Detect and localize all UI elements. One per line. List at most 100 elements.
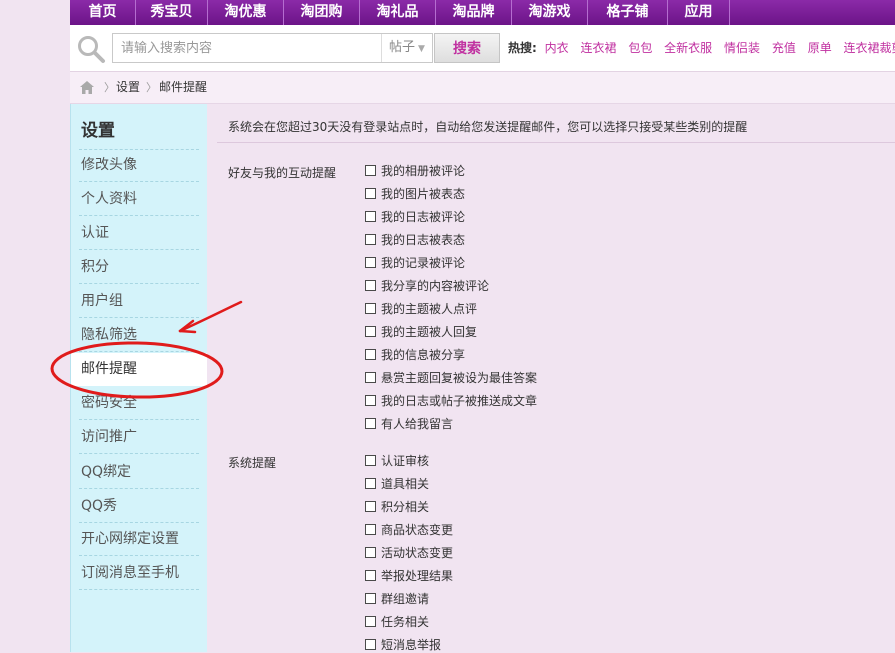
nav-item-grid-shop[interactable]: 格子铺	[588, 0, 668, 25]
hot-search-link[interactable]: 充值	[772, 41, 796, 55]
hot-search-link[interactable]: 全新衣服	[664, 41, 712, 55]
nav-item-group-buy[interactable]: 淘团购	[284, 0, 360, 25]
sidebar-item-email-reminder[interactable]: 邮件提醒	[71, 353, 208, 386]
option-label: 有人给我留言	[381, 416, 454, 431]
checkbox[interactable]	[365, 417, 376, 429]
group-label-friend-interaction: 好友与我的互动提醒	[228, 166, 337, 180]
sidebar-item-mobile-subscribe[interactable]: 订阅消息至手机	[71, 557, 207, 590]
checkbox[interactable]	[365, 592, 376, 604]
option-label: 悬赏主题回复被设为最佳答案	[381, 370, 538, 385]
option-activity-status[interactable]: 活动状态变更	[365, 543, 453, 561]
option-label: 我的主题被人回复	[381, 324, 478, 339]
checkbox[interactable]	[365, 477, 376, 489]
checkbox[interactable]	[365, 638, 376, 650]
hot-search-link[interactable]: 连衣裙裁剪图	[844, 41, 895, 55]
checkbox[interactable]	[365, 454, 376, 466]
breadcrumb-settings[interactable]: 设置	[116, 72, 140, 103]
checkbox[interactable]	[365, 615, 376, 627]
option-label: 我的日志被表态	[381, 232, 466, 247]
option-label: 我的相册被评论	[381, 163, 466, 178]
sidebar-item-verify[interactable]: 认证	[71, 217, 207, 250]
option-blog-reacted[interactable]: 我的日志被表态	[365, 230, 465, 248]
checkbox[interactable]	[365, 302, 376, 314]
checkbox[interactable]	[365, 394, 376, 406]
option-album-commented[interactable]: 我的相册被评论	[365, 161, 465, 179]
option-info-shared[interactable]: 我的信息被分享	[365, 345, 465, 363]
nav-item-brands[interactable]: 淘品牌	[436, 0, 512, 25]
checkbox[interactable]	[365, 348, 376, 360]
hot-search-label: 热搜:	[508, 41, 537, 55]
option-photo-reacted[interactable]: 我的图片被表态	[365, 184, 465, 202]
option-label: 商品状态变更	[381, 522, 454, 537]
option-pm-report[interactable]: 短消息举报	[365, 635, 441, 653]
nav-item-deals[interactable]: 淘优惠	[208, 0, 284, 25]
nav-item-games[interactable]: 淘游戏	[512, 0, 588, 25]
option-pushed-article[interactable]: 我的日志或帖子被推送成文章	[365, 391, 537, 409]
hot-search-link[interactable]: 连衣裙	[580, 41, 616, 55]
sidebar-item-kaixin-bind[interactable]: 开心网绑定设置	[71, 523, 207, 556]
email-reminder-panel: 系统会在您超过30天没有登录站点时，自动给您发送提醒邮件，您可以选择只接受某些类…	[207, 104, 895, 652]
hot-search-link[interactable]: 情侣装	[724, 41, 760, 55]
top-nav: 首页 秀宝贝 淘优惠 淘团购 淘礼品 淘品牌 淘游戏 格子铺 应用	[70, 0, 895, 25]
checkbox[interactable]	[365, 279, 376, 291]
settings-sidebar: 设置 修改头像 个人资料 认证 积分 用户组 隐私筛选 邮件提醒 密码安全 访问…	[70, 104, 208, 652]
sidebar-item-profile[interactable]: 个人资料	[71, 183, 207, 216]
option-thread-rated[interactable]: 我的主题被人点评	[365, 299, 477, 317]
option-guestbook-message[interactable]: 有人给我留言	[365, 414, 453, 432]
search-button[interactable]: 搜索	[434, 33, 500, 63]
option-record-commented[interactable]: 我的记录被评论	[365, 253, 465, 271]
checkbox[interactable]	[365, 187, 376, 199]
chevron-down-icon: ▼	[418, 44, 425, 54]
option-label: 我的图片被表态	[381, 186, 466, 201]
option-tasks[interactable]: 任务相关	[365, 612, 429, 630]
option-label: 任务相关	[381, 614, 430, 629]
option-report-result[interactable]: 举报处理结果	[365, 566, 453, 584]
hot-search-link[interactable]: 内衣	[545, 41, 569, 55]
sidebar-item-promotion[interactable]: 访问推广	[71, 421, 207, 454]
nav-item-home[interactable]: 首页	[70, 0, 136, 25]
option-goods-status[interactable]: 商品状态变更	[365, 520, 453, 538]
option-label: 举报处理结果	[381, 568, 454, 583]
option-share-commented[interactable]: 我分享的内容被评论	[365, 276, 489, 294]
search-input[interactable]	[113, 34, 381, 62]
option-blog-commented[interactable]: 我的日志被评论	[365, 207, 465, 225]
checkbox[interactable]	[365, 233, 376, 245]
sidebar-item-password[interactable]: 密码安全	[71, 387, 207, 420]
search-box: 帖子▼	[112, 33, 433, 63]
sidebar-item-usergroup[interactable]: 用户组	[71, 285, 207, 318]
hot-search-link[interactable]: 原单	[808, 41, 832, 55]
nav-item-apps[interactable]: 应用	[668, 0, 730, 25]
option-credits[interactable]: 积分相关	[365, 497, 429, 515]
nav-item-gifts[interactable]: 淘礼品	[360, 0, 436, 25]
option-group-invite[interactable]: 群组邀请	[365, 589, 429, 607]
sidebar-item-privacy[interactable]: 隐私筛选	[71, 319, 207, 352]
sidebar-item-credits[interactable]: 积分	[71, 251, 207, 284]
checkbox[interactable]	[365, 371, 376, 383]
option-label: 我的信息被分享	[381, 347, 466, 362]
checkbox[interactable]	[365, 325, 376, 337]
option-thread-replied[interactable]: 我的主题被人回复	[365, 322, 477, 340]
checkbox[interactable]	[365, 546, 376, 558]
intro-text: 系统会在您超过30天没有登录站点时，自动给您发送提醒邮件，您可以选择只接受某些类…	[228, 120, 748, 134]
checkbox[interactable]	[365, 164, 376, 176]
nav-item-show-baby[interactable]: 秀宝贝	[136, 0, 208, 25]
checkbox[interactable]	[365, 523, 376, 535]
option-label: 活动状态变更	[381, 545, 454, 560]
hot-search-link[interactable]: 包包	[628, 41, 652, 55]
group-label-system: 系统提醒	[228, 456, 277, 470]
checkbox[interactable]	[365, 569, 376, 581]
checkbox[interactable]	[365, 256, 376, 268]
checkbox[interactable]	[365, 500, 376, 512]
option-best-answer[interactable]: 悬赏主题回复被设为最佳答案	[365, 368, 537, 386]
option-verify-review[interactable]: 认证审核	[365, 451, 429, 469]
sidebar-item-avatar[interactable]: 修改头像	[71, 149, 207, 182]
divider	[217, 142, 895, 143]
option-label: 短消息举报	[381, 637, 442, 652]
home-icon[interactable]	[80, 81, 94, 94]
option-props[interactable]: 道具相关	[365, 474, 429, 492]
sidebar-item-qq-show[interactable]: QQ秀	[71, 490, 207, 523]
checkbox[interactable]	[365, 210, 376, 222]
search-type-select[interactable]: 帖子 ▼	[381, 34, 433, 62]
sidebar-item-qq-bind[interactable]: QQ绑定	[71, 456, 207, 489]
option-label: 我的日志或帖子被推送成文章	[381, 393, 538, 408]
